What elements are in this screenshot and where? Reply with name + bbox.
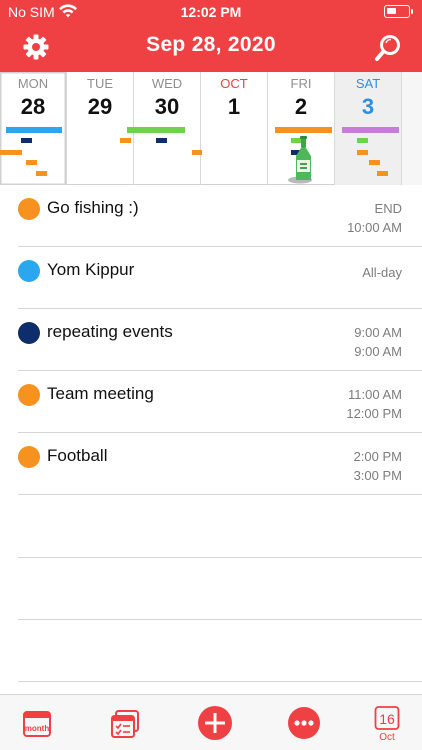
event-marker [377, 171, 388, 176]
event-title: Yom Kippur [47, 260, 135, 279]
event-marker [357, 150, 368, 155]
day-cell-next[interactable] [402, 72, 422, 185]
event-title: Team meeting [47, 384, 154, 403]
event-end-time: 10:00 AM [347, 220, 402, 235]
list-item[interactable]: Yom Kippur All-day [0, 247, 422, 309]
event-end-time: 9:00 AM [354, 344, 402, 359]
day-number: 29 [87, 94, 113, 119]
event-marker [21, 138, 32, 143]
beer-bottle-sticker-icon [288, 136, 312, 184]
event-bar [275, 127, 332, 133]
month-view-label: month [25, 724, 50, 733]
day-cell-fri[interactable]: FRI 2 [268, 72, 335, 185]
day-number: 30 [154, 94, 180, 119]
list-item[interactable]: Football 2:00 PM 3:00 PM [0, 433, 422, 495]
event-marker [357, 138, 368, 143]
calendar-date-icon: 16 [374, 706, 400, 730]
page-title[interactable]: Sep 28, 2020 [0, 33, 422, 57]
list-item[interactable]: repeating events 9:00 AM 9:00 AM [0, 309, 422, 371]
month-label: OCT [220, 76, 248, 91]
day-number: 3 [361, 94, 375, 119]
event-title: Football [47, 446, 108, 465]
event-all-day-label: All-day [362, 265, 402, 280]
event-marker [120, 138, 131, 143]
day-cell-mon[interactable]: MON 28 [0, 72, 67, 185]
event-start-time: 11:00 AM [348, 387, 402, 402]
event-start-time: END [374, 201, 402, 216]
event-end-time: 3:00 PM [353, 468, 402, 483]
list-view-icon[interactable] [109, 708, 141, 740]
app-header: No SIM 12:02 PM Sep 28, 2020 [0, 0, 422, 72]
event-start-time: 2:00 PM [353, 449, 402, 464]
divider [18, 681, 422, 682]
list-item[interactable]: Team meeting 11:00 AM 12:00 PM [0, 371, 422, 433]
event-title: repeating events [47, 322, 173, 341]
divider [18, 494, 422, 495]
day-number: 1 [227, 94, 241, 119]
event-end-time: 12:00 PM [346, 406, 402, 421]
day-of-week: FRI [290, 76, 312, 91]
event-color-dot [18, 322, 40, 344]
list-item[interactable]: Go fishing :) END 10:00 AM [0, 185, 422, 247]
more-options-icon[interactable] [287, 706, 321, 740]
day-of-week: WED [151, 76, 183, 91]
event-marker [156, 138, 167, 143]
event-marker [36, 171, 47, 176]
event-marker [0, 150, 22, 155]
event-bar [342, 127, 399, 133]
event-color-dot [18, 384, 40, 406]
event-color-dot [18, 260, 40, 282]
event-bar [6, 127, 62, 133]
add-event-icon[interactable] [197, 705, 233, 741]
event-bar [127, 127, 185, 133]
day-cell-oct1[interactable]: OCT 1 [201, 72, 268, 185]
day-cell-tue[interactable]: TUE 29 [67, 72, 134, 185]
search-icon[interactable] [374, 32, 404, 62]
day-of-week: MON [17, 76, 49, 91]
event-title: Go fishing :) [47, 198, 139, 217]
divider [18, 619, 422, 620]
bottom-toolbar: month 16 Oct [0, 694, 422, 750]
day-cell-wed[interactable]: WED 30 [127, 72, 202, 185]
day-cell-sat[interactable]: SAT 3 [335, 72, 402, 185]
divider [18, 557, 422, 558]
today-button[interactable]: 16 Oct [372, 705, 402, 747]
event-color-dot [18, 446, 40, 468]
today-number: 16 [379, 711, 395, 727]
day-number: 2 [294, 94, 308, 119]
clock: 12:02 PM [180, 4, 242, 20]
event-marker [369, 160, 380, 165]
status-bar: No SIM 12:02 PM [0, 0, 422, 24]
event-start-time: 9:00 AM [354, 325, 402, 340]
day-of-week: TUE [87, 76, 113, 91]
event-marker [26, 160, 37, 165]
today-month: Oct [379, 732, 395, 743]
event-color-dot [18, 198, 40, 220]
month-view-icon[interactable]: month [22, 709, 52, 739]
week-strip: MON 28 TUE 29 WED 30 OCT 1 FRI 2 SAT 3 [0, 72, 422, 185]
battery-icon [384, 5, 413, 18]
day-of-week: SAT [355, 76, 381, 91]
day-number: 28 [20, 94, 46, 119]
